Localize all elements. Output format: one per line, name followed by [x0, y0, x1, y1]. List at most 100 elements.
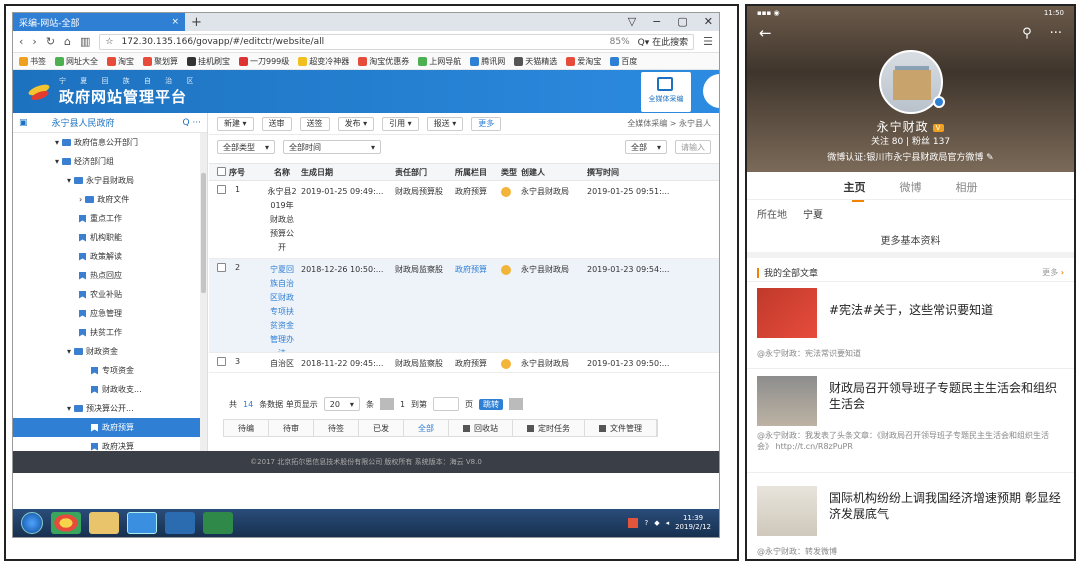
document-app-icon[interactable] [165, 512, 195, 534]
tree-item[interactable]: 农业补贴 [13, 285, 207, 304]
column-header[interactable]: 序号 [227, 167, 265, 178]
minimize-icon[interactable]: − [652, 15, 661, 28]
expand-arrow-icon[interactable]: ▾ [55, 138, 59, 147]
tree-item[interactable]: 政策解读 [13, 247, 207, 266]
expand-arrow-icon[interactable]: › [79, 195, 82, 204]
media-editing-button[interactable]: 全媒体采编 [641, 72, 691, 112]
select-all-checkbox[interactable] [215, 166, 227, 178]
explorer-icon[interactable] [89, 512, 119, 534]
column-header[interactable]: 名称 [265, 167, 299, 178]
bookmark-item[interactable]: 百度 [610, 56, 637, 67]
table-row[interactable]: 3 自治区 2018-11-22 09:45:... 财政局监察股 政府预算 永宁县财政局… [209, 353, 719, 373]
reader-icon[interactable]: ▥ [80, 35, 90, 48]
expand-arrow-icon[interactable]: ▾ [67, 176, 71, 185]
search-box[interactable]: Q▾ 在此搜索 [638, 35, 688, 48]
column-header[interactable]: 责任部门 [393, 167, 453, 178]
tree-item[interactable]: › 政府文件 [13, 190, 207, 209]
browser-tab[interactable]: 采编-网站-全部 × [13, 13, 185, 31]
profile-tab[interactable]: 微博 [900, 179, 922, 195]
workflow-tab[interactable]: 文件管理 [585, 420, 657, 436]
site-name[interactable]: 永宁县人民政府 [52, 116, 115, 129]
start-button[interactable] [21, 512, 43, 534]
workflow-tab[interactable]: 回收站 [449, 420, 513, 436]
column-header[interactable]: 创建人 [519, 167, 585, 178]
workflow-tab[interactable]: 待签 [314, 420, 359, 436]
tree-item[interactable]: 专项资金 [13, 361, 207, 380]
workflow-tab[interactable]: 定时任务 [513, 420, 585, 436]
article-item[interactable]: 财政局召开领导班子专题民主生活会和组织生活会 @永宁财政：我发表了头条文章：《财政… [757, 376, 1064, 476]
toolbar-button[interactable]: 引用 ▾ [382, 116, 419, 131]
column-header[interactable]: 类型 [499, 167, 519, 178]
restore-icon[interactable]: ▽ [628, 15, 636, 28]
pinwheel-app-icon[interactable] [51, 512, 81, 534]
user-avatar[interactable] [703, 74, 719, 108]
scope-filter-select[interactable]: 全部 ▾ [624, 140, 667, 154]
row-title[interactable]: 永宁县2019年财政总预算公开 [265, 185, 299, 255]
tree-item[interactable]: ▾ 财政资金 [13, 342, 207, 361]
column-header[interactable]: 撰写时间 [585, 167, 685, 178]
browser-taskbar-icon[interactable] [127, 512, 157, 534]
page-size-select[interactable]: 20 ▾ [323, 397, 360, 411]
volume-icon[interactable]: ◂ [666, 519, 670, 527]
tree-item[interactable]: 热点回应 [13, 266, 207, 285]
tree-item[interactable]: ▾ 政府信息公开部门 [13, 133, 207, 152]
row-title[interactable]: 宁夏回族自治区财政专项扶贫资金管理办法 [265, 263, 299, 352]
clock[interactable]: 11:39 2019/2/12 [675, 514, 711, 532]
prev-page-button[interactable] [379, 398, 394, 410]
sidebar-scrollbar[interactable] [200, 133, 207, 451]
follow-stats[interactable]: 关注 80 | 粉丝 137 [747, 134, 1074, 147]
tree-item[interactable]: 财政收支... [13, 380, 207, 399]
spreadsheet-app-icon[interactable] [203, 512, 233, 534]
page-input[interactable] [433, 397, 460, 411]
bookmark-item[interactable]: 爱淘宝 [566, 56, 601, 67]
toolbar-button[interactable]: 更多 [471, 116, 502, 131]
profile-tab[interactable]: 相册 [956, 179, 978, 195]
profile-tab[interactable]: 主页 [844, 179, 866, 202]
back-icon[interactable]: ‹ [19, 35, 23, 48]
forward-icon[interactable]: › [32, 35, 36, 48]
toolbar-button[interactable]: 送签 [299, 116, 330, 131]
site-search-icon[interactable]: Q ··· [182, 118, 201, 128]
more-info-link[interactable]: 更多基本资料 [747, 232, 1074, 247]
row-checkbox[interactable] [215, 263, 227, 274]
toolbar-button[interactable]: 报送 ▾ [426, 116, 464, 131]
tray-app-icon[interactable] [628, 518, 639, 528]
next-page-button[interactable] [509, 398, 524, 410]
shield-icon[interactable]: ◆ [654, 519, 659, 527]
expand-arrow-icon[interactable]: ▾ [67, 404, 71, 413]
bookmark-item[interactable]: 超变冷神器 [298, 56, 349, 67]
bookmark-item[interactable]: 天猫精选 [514, 56, 557, 67]
more-options-icon[interactable]: ··· [1050, 26, 1062, 41]
bookmark-item[interactable]: 腾讯网 [470, 56, 505, 67]
tree-item[interactable]: 重点工作 [13, 209, 207, 228]
expand-arrow-icon[interactable]: ▾ [67, 347, 71, 356]
url-field[interactable]: ☆ 172.30.135.166/govapp/#/editctr/website… [99, 33, 695, 50]
more-articles-link[interactable]: 更多 › [1042, 267, 1064, 278]
bookmark-item[interactable]: 网址大全 [55, 56, 98, 67]
search-icon[interactable]: ⚲ [1022, 26, 1032, 41]
star-icon[interactable]: ☆ [105, 37, 113, 47]
bookmark-item[interactable]: 聚划算 [143, 56, 178, 67]
reload-icon[interactable]: ↻ [46, 35, 55, 48]
toolbar-button[interactable]: 送审 [261, 116, 292, 131]
menu-icon[interactable]: ☰ [703, 35, 713, 48]
help-icon[interactable]: ? [644, 519, 648, 527]
row-checkbox[interactable] [215, 185, 227, 196]
column-header[interactable]: 生成日期 [299, 167, 393, 178]
workflow-tab[interactable]: 已发 [359, 420, 404, 436]
bookmark-item[interactable]: 淘宝优惠券 [358, 56, 409, 67]
table-row[interactable]: 1 永宁县2019年财政总预算公开 2019-01-25 09:49:... 财政局预… [209, 181, 719, 259]
tree-item[interactable]: ▾ 永宁县财政局 [13, 171, 207, 190]
bookmark-item[interactable]: 淘宝 [107, 56, 134, 67]
keyword-input[interactable]: 请输入 [675, 140, 711, 154]
time-filter-select[interactable]: 全部时间 ▾ [283, 140, 382, 154]
tree-item[interactable]: 扶贫工作 [13, 323, 207, 342]
tree-item[interactable]: 机构职能 [13, 228, 207, 247]
close-icon[interactable]: ✕ [704, 15, 713, 28]
toolbar-button[interactable]: 新建 ▾ [217, 116, 254, 131]
tree-item[interactable]: ▾ 经济部门组 [13, 152, 207, 171]
expand-arrow-icon[interactable]: ▾ [55, 157, 59, 166]
tree-item[interactable]: ▾ 预决算公开... [13, 399, 207, 418]
table-row[interactable]: 2 宁夏回族自治区财政专项扶贫资金管理办法2018-12-26 10:50:...… [209, 259, 719, 353]
jump-button[interactable]: 跳转 [479, 398, 504, 410]
